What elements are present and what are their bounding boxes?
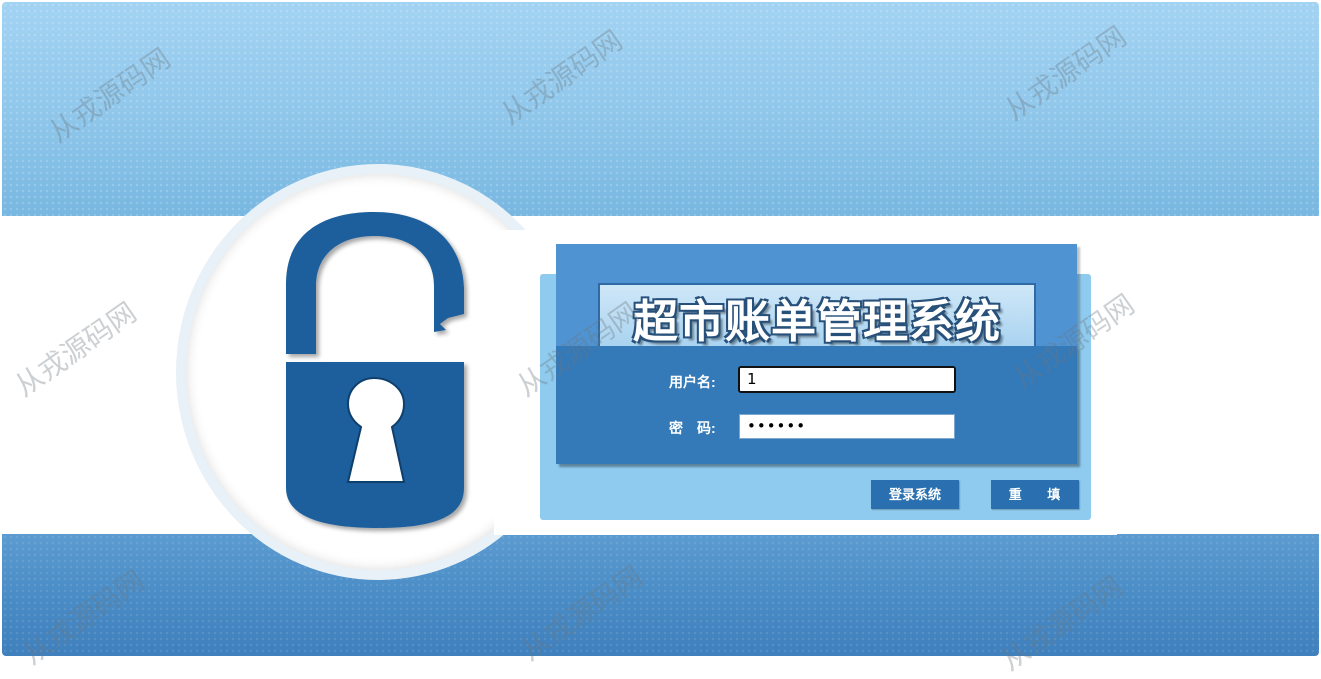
form-body	[556, 346, 1077, 464]
username-input[interactable]: 1	[738, 366, 956, 393]
password-label: 密 码:	[669, 420, 716, 436]
reset-button[interactable]: 重 填	[991, 480, 1079, 509]
footer-band	[2, 534, 1319, 656]
login-button[interactable]: 登录系统	[871, 480, 959, 509]
username-label: 用户名:	[669, 374, 716, 390]
padlock-icon	[286, 212, 464, 528]
header-band	[2, 2, 1319, 216]
password-input[interactable]: ••••••	[739, 414, 955, 439]
app-title: 超市账单管理系统	[632, 296, 1001, 347]
